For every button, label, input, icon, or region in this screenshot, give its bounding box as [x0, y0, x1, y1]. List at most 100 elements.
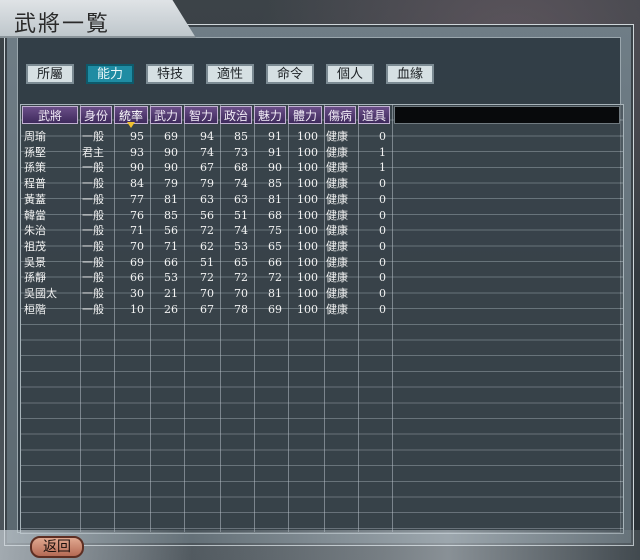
cell-6: 72: [268, 271, 282, 285]
cell-1: 一般: [82, 177, 104, 191]
cell-0: 孫堅: [24, 145, 46, 159]
cell-1: 一般: [82, 271, 104, 285]
tab-0[interactable]: 所屬: [26, 64, 74, 84]
cell-9: 0: [379, 192, 386, 206]
cell-6: 85: [268, 177, 282, 191]
cell-0: 吳國太: [24, 287, 57, 300]
tab-5[interactable]: 個人: [326, 64, 374, 84]
cell-2: 84: [130, 177, 144, 191]
sort-indicator-icon: [127, 122, 135, 128]
tab-4[interactable]: 命令: [266, 64, 314, 84]
cell-4: 72: [200, 224, 214, 238]
column-header-8[interactable]: 傷病: [324, 106, 356, 124]
cell-1: 一般: [82, 192, 104, 206]
cell-3: 71: [164, 239, 178, 253]
cell-2: 76: [130, 208, 144, 222]
cell-3: 56: [164, 224, 178, 238]
tab-1[interactable]: 能力: [86, 64, 134, 84]
cell-8: 健康: [326, 239, 348, 253]
column-header-0[interactable]: 武將: [22, 106, 78, 124]
cell-4: 94: [200, 130, 214, 143]
cell-0: 程普: [24, 177, 46, 191]
column-header-5[interactable]: 政治: [220, 106, 252, 124]
cell-7: 100: [297, 287, 318, 300]
tab-3[interactable]: 適性: [206, 64, 254, 84]
cell-1: 一般: [82, 239, 104, 253]
column-header-2[interactable]: 統率: [114, 106, 148, 128]
header-filler: [394, 106, 620, 124]
cell-0: 韓當: [24, 208, 46, 222]
cell-1: 一般: [82, 302, 104, 316]
cell-6: 68: [268, 208, 282, 222]
column-header-3[interactable]: 武力: [150, 106, 182, 124]
column-header-1[interactable]: 身份: [80, 106, 112, 124]
column-header-9[interactable]: 道具: [358, 106, 390, 124]
cell-7: 100: [297, 239, 318, 253]
cell-0: 朱治: [24, 224, 46, 238]
cell-2: 70: [130, 239, 144, 253]
grid-line: [80, 104, 81, 532]
cell-2: 71: [130, 224, 144, 238]
cell-6: 81: [268, 192, 282, 206]
cell-2: 10: [130, 302, 144, 316]
cell-4: 70: [200, 287, 214, 300]
cell-9: 0: [379, 224, 386, 238]
cell-3: 53: [164, 271, 178, 285]
cell-5: 73: [234, 145, 248, 159]
cell-9: 0: [379, 302, 386, 316]
cell-8: 健康: [326, 177, 348, 191]
cell-6: 69: [268, 302, 282, 316]
back-button[interactable]: 返回: [30, 536, 84, 558]
cloud-decoration: [0, 530, 640, 560]
cell-5: 53: [234, 239, 248, 253]
cell-6: 91: [268, 130, 282, 143]
cell-2: 30: [130, 287, 144, 300]
cell-5: 63: [234, 192, 248, 206]
cell-1: 一般: [82, 130, 104, 143]
cell-8: 健康: [326, 287, 348, 300]
cell-0: 吳景: [24, 255, 46, 269]
cell-7: 100: [297, 161, 318, 175]
cell-3: 79: [164, 177, 178, 191]
cell-5: 78: [234, 302, 248, 316]
cell-7: 100: [297, 224, 318, 238]
column-header-6[interactable]: 魅力: [254, 106, 286, 124]
column-header-4[interactable]: 智力: [184, 106, 218, 124]
cell-9: 0: [379, 271, 386, 285]
cell-6: 65: [268, 239, 282, 253]
cell-8: 健康: [326, 302, 348, 316]
cell-4: 62: [200, 239, 214, 253]
tab-2[interactable]: 特技: [146, 64, 194, 84]
cell-8: 健康: [326, 145, 348, 159]
cell-4: 63: [200, 192, 214, 206]
title-tab: 武將一覧: [0, 0, 196, 38]
cell-9: 0: [379, 177, 386, 191]
cell-7: 100: [297, 192, 318, 206]
officer-table: [20, 104, 624, 534]
cell-6: 66: [268, 255, 282, 269]
cell-8: 健康: [326, 192, 348, 206]
cell-2: 69: [130, 255, 144, 269]
cell-9: 1: [379, 161, 386, 175]
cell-5: 68: [234, 161, 248, 175]
cell-3: 69: [164, 130, 178, 143]
cell-3: 21: [164, 287, 178, 300]
cell-9: 0: [379, 208, 386, 222]
cell-0: 黃蓋: [24, 192, 46, 206]
tab-6[interactable]: 血緣: [386, 64, 434, 84]
cell-5: 51: [234, 208, 248, 222]
grid-line: [392, 104, 393, 532]
cell-3: 90: [164, 145, 178, 159]
cell-0: 孫策: [24, 161, 46, 175]
cell-6: 90: [268, 161, 282, 175]
cell-7: 100: [297, 208, 318, 222]
cell-5: 65: [234, 255, 248, 269]
cell-3: 90: [164, 161, 178, 175]
cell-0: 祖茂: [24, 239, 46, 253]
cell-5: 70: [234, 287, 248, 300]
column-header-7[interactable]: 體力: [288, 106, 322, 124]
cell-8: 健康: [326, 224, 348, 238]
cell-5: 85: [234, 130, 248, 143]
cell-2: 93: [130, 145, 144, 159]
cell-8: 健康: [326, 208, 348, 222]
